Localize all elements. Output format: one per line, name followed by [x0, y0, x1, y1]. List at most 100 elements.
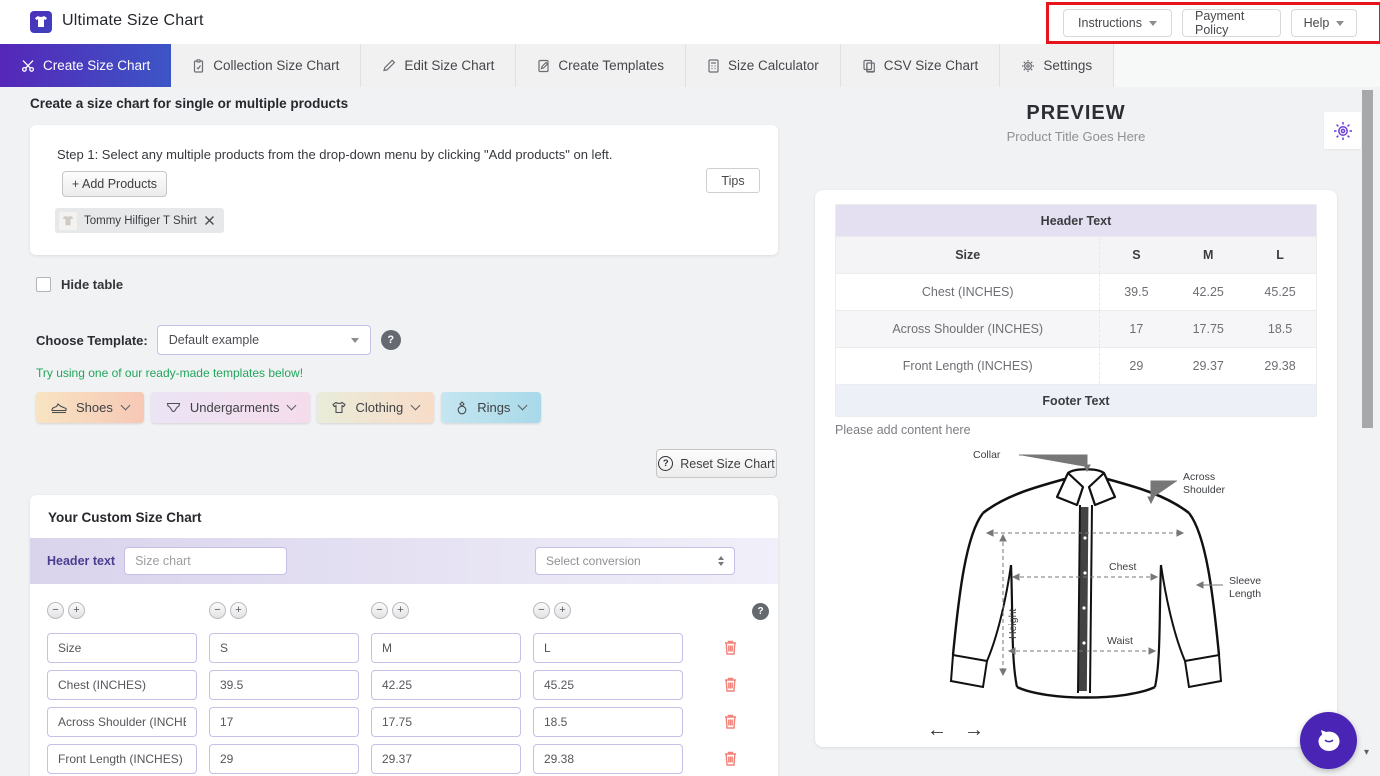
- app-root: Ultimate Size Chart Instructions Payment…: [0, 0, 1380, 776]
- ready-made-hint: Try using one of our ready-made template…: [36, 366, 304, 380]
- table-help-icon[interactable]: ?: [752, 603, 769, 620]
- conversion-select[interactable]: Select conversion: [535, 547, 735, 575]
- cell-input[interactable]: [47, 670, 197, 700]
- preview-row-label: Front Length (INCHES): [836, 348, 1101, 384]
- remove-product-icon[interactable]: [204, 215, 215, 226]
- add-column-button[interactable]: +: [230, 602, 247, 619]
- cell-input[interactable]: [533, 670, 683, 700]
- template-clothing-button[interactable]: Clothing: [317, 392, 435, 423]
- preview-header-text: Header Text: [1040, 213, 1112, 228]
- tab-bar: Create Size Chart Collection Size Chart …: [0, 44, 1380, 87]
- preview-row-label: Chest (INCHES): [836, 274, 1101, 310]
- scrollbar-down-arrow[interactable]: ▾: [1364, 747, 1369, 758]
- cell-input[interactable]: [371, 633, 521, 663]
- cell-input[interactable]: [533, 744, 683, 774]
- remove-row-button[interactable]: −: [47, 602, 64, 619]
- remove-column-button[interactable]: −: [371, 602, 388, 619]
- template-shoes-button[interactable]: Shoes: [36, 392, 144, 423]
- add-products-label: + Add Products: [71, 177, 158, 191]
- step1-text: Step 1: Select any multiple products fro…: [57, 147, 613, 162]
- add-column-button[interactable]: +: [554, 602, 571, 619]
- cell-input[interactable]: [371, 744, 521, 774]
- scrollbar-thumb[interactable]: [1362, 90, 1373, 428]
- preview-cell: 17: [1129, 322, 1144, 336]
- template-select[interactable]: Default example: [156, 325, 371, 355]
- help-button[interactable]: Help: [1291, 9, 1357, 37]
- cell-input[interactable]: [209, 670, 359, 700]
- preview-cell: 42.25: [1192, 285, 1224, 299]
- add-products-button[interactable]: + Add Products: [62, 171, 167, 197]
- hide-table-checkbox[interactable]: [36, 277, 51, 292]
- cell-input[interactable]: [47, 744, 197, 774]
- remove-column-button[interactable]: −: [209, 602, 226, 619]
- cell-input[interactable]: [533, 707, 683, 737]
- template-button-label: Undergarments: [189, 400, 280, 415]
- chevron-down-icon: [517, 400, 528, 411]
- instructions-label: Instructions: [1078, 16, 1142, 30]
- header-text-label: Header text: [47, 554, 116, 568]
- selected-product-chip[interactable]: Tommy Hilfiger T Shirt: [55, 208, 224, 233]
- prev-arrow-button[interactable]: ←: [927, 720, 947, 740]
- ring-icon: [457, 400, 467, 414]
- preview-table: Header Text Size S M L Chest (INCHES) 39…: [835, 204, 1317, 417]
- instructions-button[interactable]: Instructions: [1063, 9, 1172, 37]
- preview-cell: 29.38: [1264, 359, 1296, 373]
- tab-label: Size Calculator: [727, 58, 819, 73]
- column-stepper: − +: [209, 602, 247, 619]
- add-column-button[interactable]: +: [392, 602, 409, 619]
- column-steppers-row: − + − + − + − + ?: [30, 602, 778, 628]
- preview-header: PREVIEW Product Title Goes Here: [815, 102, 1337, 144]
- template-help-icon[interactable]: ?: [380, 330, 401, 350]
- cell-input[interactable]: [209, 707, 359, 737]
- template-undergarments-button[interactable]: Undergarments: [150, 392, 311, 423]
- cell-input[interactable]: [371, 707, 521, 737]
- column-stepper: − +: [533, 602, 571, 619]
- preview-cell: 45.25: [1264, 285, 1296, 299]
- table-row: [30, 633, 778, 663]
- delete-row-icon[interactable]: [723, 750, 738, 767]
- cell-input[interactable]: [47, 707, 197, 737]
- header-text-input[interactable]: [124, 547, 288, 575]
- tab-settings[interactable]: Settings: [1000, 44, 1115, 87]
- preview-columns-row: Size S M L: [836, 237, 1316, 274]
- chat-widget-button[interactable]: [1300, 712, 1357, 769]
- gear-icon: [1333, 121, 1352, 140]
- delete-row-icon[interactable]: [723, 676, 738, 693]
- product-chip-label: Tommy Hilfiger T Shirt: [84, 214, 197, 227]
- next-arrow-button[interactable]: →: [964, 720, 984, 740]
- tab-size-calculator[interactable]: Size Calculator: [685, 44, 841, 87]
- payment-policy-button[interactable]: Payment Policy: [1182, 9, 1281, 37]
- chevron-down-icon: [1148, 20, 1157, 26]
- template-buttons-row: Shoes Undergarments Clothing Rings: [36, 392, 542, 423]
- tab-create-size-chart[interactable]: Create Size Chart: [0, 44, 172, 87]
- cell-input[interactable]: [209, 744, 359, 774]
- cell-input[interactable]: [371, 670, 521, 700]
- cell-input[interactable]: [47, 633, 197, 663]
- delete-row-icon[interactable]: [723, 713, 738, 730]
- add-row-button[interactable]: +: [68, 602, 85, 619]
- tab-create-templates[interactable]: Create Templates: [516, 44, 686, 87]
- preview-col-size: Size: [836, 237, 1101, 273]
- tips-button[interactable]: Tips: [706, 168, 760, 193]
- preview-settings-button[interactable]: [1324, 112, 1361, 149]
- preview-nav: ← →: [927, 720, 984, 740]
- clipboard-icon: [194, 58, 204, 73]
- remove-column-button[interactable]: −: [533, 602, 550, 619]
- cell-input[interactable]: [209, 633, 359, 663]
- preview-cell: 39.5: [1124, 285, 1149, 299]
- gear-icon: [1022, 59, 1035, 72]
- choose-template-label: Choose Template:: [36, 332, 148, 348]
- tab-collection-size-chart[interactable]: Collection Size Chart: [171, 44, 362, 87]
- cell-input[interactable]: [533, 633, 683, 663]
- template-rings-button[interactable]: Rings: [441, 392, 542, 423]
- delete-row-icon[interactable]: [723, 639, 738, 656]
- column-stepper: − +: [371, 602, 409, 619]
- question-circle-icon: ?: [658, 456, 674, 471]
- product-thumbnail: [59, 211, 77, 230]
- reset-size-chart-button[interactable]: ? Reset Size Chart: [656, 449, 777, 478]
- product-selection-card: Step 1: Select any multiple products fro…: [30, 125, 778, 255]
- tab-edit-size-chart[interactable]: Edit Size Chart: [361, 44, 517, 87]
- column-stepper: − +: [47, 602, 85, 619]
- diagram-label-sleeve-length: Sleeve Length: [1229, 575, 1262, 601]
- tab-csv-size-chart[interactable]: CSV Size Chart: [840, 44, 1001, 87]
